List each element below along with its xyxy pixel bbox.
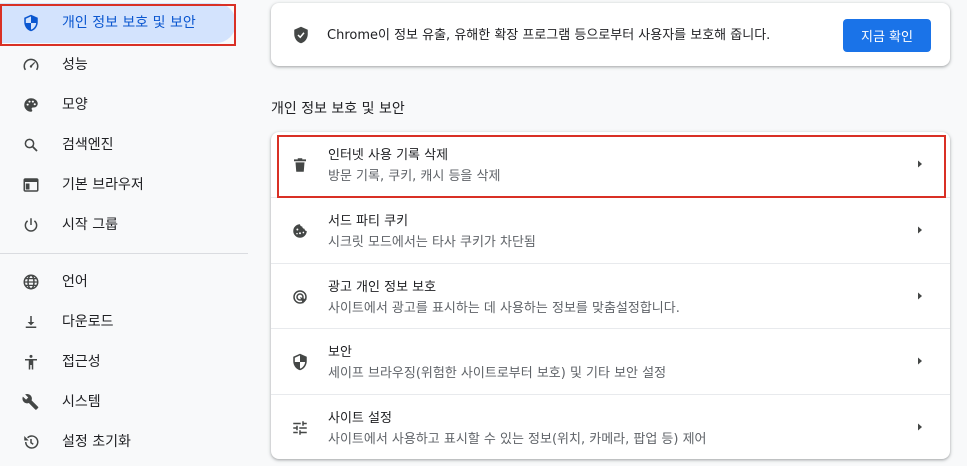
privacy-settings-list: 인터넷 사용 기록 삭제 방문 기록, 쿠키, 캐시 등을 삭제 서드 파티 쿠… [271,132,950,459]
trash-icon [291,156,309,174]
row-subtitle: 사이트에서 사용하고 표시할 수 있는 정보(위치, 카메라, 팝업 등) 제어 [328,432,707,447]
accessibility-icon [22,353,40,371]
download-icon [22,313,40,331]
sidebar-divider [0,253,248,254]
sidebar-item-label: 개인 정보 보호 및 보안 [62,15,196,31]
sidebar-item-on-startup[interactable]: 시작 그룹 [0,205,248,245]
chevron-right-icon [914,224,926,236]
sidebar-item-label: 시스템 [62,394,101,410]
row-title: 광고 개인 정보 보호 [328,280,437,295]
sidebar-item-performance[interactable]: 성능 [0,45,248,85]
row-title: 보안 [328,345,352,360]
row-title: 인터넷 사용 기록 삭제 [328,148,449,163]
security-shield-icon [291,353,309,371]
chevron-right-icon [914,158,926,170]
ad-privacy-icon [291,288,309,306]
wrench-icon [22,393,40,411]
restore-icon [22,433,40,451]
globe-icon [22,273,40,291]
banner-text: Chrome이 정보 유출, 유해한 확장 프로그램 등으로부터 사용자를 보호… [327,28,771,43]
sidebar-item-downloads[interactable]: 다운로드 [0,302,248,342]
browser-window-icon [22,176,40,194]
search-icon [22,136,40,154]
shield-icon [22,14,40,32]
sidebar-item-label: 모양 [62,97,88,113]
row-subtitle: 사이트에서 광고를 표시하는 데 사용하는 정보를 맞춤설정합니다. [328,301,680,316]
sidebar-item-label: 언어 [62,274,88,290]
sidebar-item-search-engine[interactable]: 검색엔진 [0,125,248,165]
sidebar-item-label: 다운로드 [62,314,114,330]
sidebar-item-label: 설정 초기화 [62,434,131,450]
tune-icon [291,419,309,437]
chevron-right-icon [914,421,926,433]
sidebar-item-label: 검색엔진 [62,137,114,153]
speedometer-icon [22,56,40,74]
sidebar-item-accessibility[interactable]: 접근성 [0,342,248,382]
row-subtitle: 방문 기록, 쿠키, 캐시 등을 삭제 [328,169,501,184]
sidebar-item-default-browser[interactable]: 기본 브라우저 [0,165,248,205]
sidebar-item-appearance[interactable]: 모양 [0,85,248,125]
power-icon [22,216,40,234]
chevron-right-icon [914,290,926,302]
sidebar: 개인 정보 보호 및 보안 성능 모양 검색엔진 기본 브라우저 시작 그룹 언… [0,0,248,466]
sidebar-item-label: 접근성 [62,354,101,370]
row-title: 서드 파티 쿠키 [328,214,409,229]
chevron-right-icon [914,355,926,367]
sidebar-item-system[interactable]: 시스템 [0,382,248,422]
sidebar-item-languages[interactable]: 언어 [0,262,248,302]
safety-check-banner: Chrome이 정보 유출, 유해한 확장 프로그램 등으로부터 사용자를 보호… [271,3,950,66]
row-ad-privacy[interactable]: 광고 개인 정보 보호 사이트에서 광고를 표시하는 데 사용하는 정보를 맞춤… [271,263,950,329]
section-title: 개인 정보 보호 및 보안 [271,101,405,117]
row-site-settings[interactable]: 사이트 설정 사이트에서 사용하고 표시할 수 있는 정보(위치, 카메라, 팝… [271,394,950,460]
cookie-icon [291,222,309,240]
row-third-party-cookies[interactable]: 서드 파티 쿠키 시크릿 모드에서는 타사 쿠키가 차단됨 [271,197,950,263]
row-security[interactable]: 보안 세이프 브라우징(위험한 사이트로부터 보호) 및 기타 보안 설정 [271,328,950,394]
sidebar-item-privacy-security[interactable]: 개인 정보 보호 및 보안 [0,3,236,43]
sidebar-item-label: 기본 브라우저 [62,177,144,193]
row-subtitle: 세이프 브라우징(위험한 사이트로부터 보호) 및 기타 보안 설정 [328,366,667,381]
row-clear-browsing-data[interactable]: 인터넷 사용 기록 삭제 방문 기록, 쿠키, 캐시 등을 삭제 [271,132,950,197]
row-subtitle: 시크릿 모드에서는 타사 쿠키가 차단됨 [328,235,536,250]
sidebar-item-label: 성능 [62,57,88,73]
sidebar-item-label: 시작 그룹 [62,217,118,233]
shield-check-icon [292,26,310,44]
check-now-button[interactable]: 지금 확인 [843,19,931,52]
row-title: 사이트 설정 [328,411,392,426]
palette-icon [22,96,40,114]
sidebar-item-reset-settings[interactable]: 설정 초기화 [0,422,248,462]
